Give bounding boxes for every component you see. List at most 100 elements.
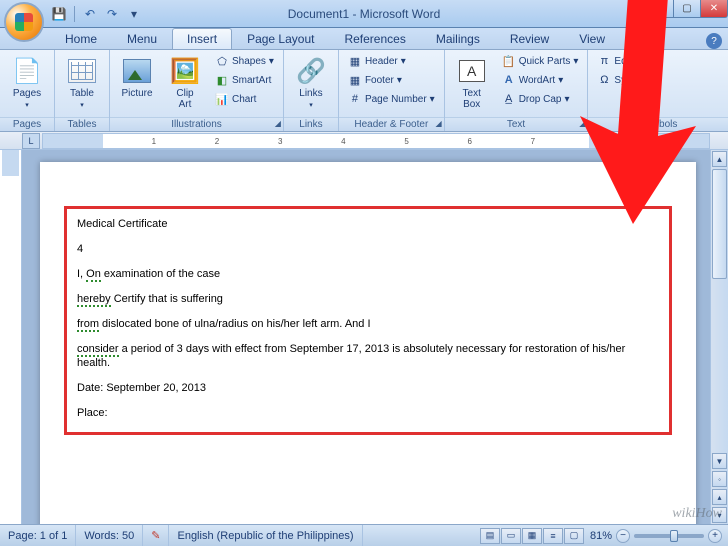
clipart-icon: 🖼️ xyxy=(169,55,201,87)
scroll-thumb[interactable] xyxy=(712,169,727,279)
qat-customize-dd[interactable]: ▾ xyxy=(125,5,143,23)
maximize-button[interactable]: ▢ xyxy=(673,0,701,18)
chart-button[interactable]: 📊Chart xyxy=(210,90,279,108)
clipart-label: Clip Art xyxy=(176,88,193,110)
clipart-button[interactable]: 🖼️ Clip Art xyxy=(162,52,208,113)
illustrations-launcher[interactable]: ◢ xyxy=(275,119,281,128)
view-draft[interactable]: ▢ xyxy=(564,528,584,544)
tab-review[interactable]: Review xyxy=(495,28,564,49)
tab-view[interactable]: View xyxy=(564,28,620,49)
doc-line-1[interactable]: Medical Certificate xyxy=(77,217,659,231)
zoom-controls: 81% − + xyxy=(584,529,728,543)
title-bar: 💾 ↶ ↷ ▾ Document1 - Microsoft Word — ▢ ✕ xyxy=(0,0,728,28)
links-button[interactable]: 🔗 Links▾ xyxy=(288,52,334,114)
doc-line-3[interactable]: I, On examination of the case xyxy=(77,267,659,281)
equation-icon: π xyxy=(597,54,611,68)
shapes-button[interactable]: ⬠Shapes ▾ xyxy=(210,52,279,70)
doc-line-7[interactable]: Date: September 20, 2013 xyxy=(77,381,659,395)
textbox-button[interactable]: A Text Box xyxy=(449,52,495,113)
undo-icon[interactable]: ↶ xyxy=(81,5,99,23)
tab-menu[interactable]: Menu xyxy=(112,28,172,49)
page-number-label: Page Number xyxy=(365,94,427,105)
page-number-button[interactable]: #Page Number ▾ xyxy=(343,90,440,108)
redo-icon[interactable]: ↷ xyxy=(103,5,121,23)
smartart-button[interactable]: ◧SmartArt xyxy=(210,71,279,89)
wordart-button[interactable]: AWordArt ▾ xyxy=(497,71,584,89)
close-button[interactable]: ✕ xyxy=(700,0,728,18)
help-icon[interactable]: ? xyxy=(706,33,722,49)
highlighted-region: Medical Certificate 4 I, On examination … xyxy=(64,206,672,435)
view-web-layout[interactable]: ▦ xyxy=(522,528,542,544)
footer-icon: ▦ xyxy=(348,73,362,87)
smartart-icon: ◧ xyxy=(215,73,229,87)
group-header-footer: ▦Header ▾ ▦Footer ▾ #Page Number ▾ Heade… xyxy=(339,50,445,131)
status-language[interactable]: English (Republic of the Philippines) xyxy=(169,525,362,546)
group-text-label: Text◢ xyxy=(445,117,588,131)
doc-line-5[interactable]: from dislocated bone of ulna/radius on h… xyxy=(77,317,659,331)
horizontal-ruler[interactable]: 1 2 3 4 5 6 7 xyxy=(42,133,710,149)
symbol-icon: Ω xyxy=(597,73,611,87)
ribbon: 📄 Pages▾ Pages Table▾ Tables Picture 🖼️ … xyxy=(0,50,728,132)
prev-page-button[interactable]: ▴ xyxy=(712,489,727,505)
view-outline[interactable]: ≡ xyxy=(543,528,563,544)
status-page[interactable]: Page: 1 of 1 xyxy=(0,525,76,546)
zoom-handle[interactable] xyxy=(670,530,678,542)
status-words[interactable]: Words: 50 xyxy=(76,525,143,546)
doc-line-4[interactable]: hereby Certify that is suffering xyxy=(77,292,659,306)
text-launcher[interactable]: ◢ xyxy=(579,119,585,128)
header-button[interactable]: ▦Header ▾ xyxy=(343,52,440,70)
view-print-layout[interactable]: ▤ xyxy=(480,528,500,544)
tab-page-layout[interactable]: Page Layout xyxy=(232,28,329,49)
tab-insert[interactable]: Insert xyxy=(172,28,232,49)
quickparts-button[interactable]: 📋Quick Parts ▾ xyxy=(497,52,584,70)
doc-line-2[interactable]: 4 xyxy=(77,242,659,256)
group-illustrations-label: Illustrations◢ xyxy=(110,117,283,131)
dropcap-button[interactable]: A̲Drop Cap ▾ xyxy=(497,90,584,108)
picture-button[interactable]: Picture xyxy=(114,52,160,102)
group-hf-label: Header & Footer◢ xyxy=(339,117,444,131)
picture-icon xyxy=(121,55,153,87)
zoom-out-button[interactable]: − xyxy=(616,529,630,543)
browse-object-button[interactable]: ◦ xyxy=(712,471,727,487)
save-icon[interactable]: 💾 xyxy=(50,5,68,23)
quickparts-icon: 📋 xyxy=(502,54,516,68)
vertical-ruler[interactable] xyxy=(0,150,22,524)
tab-mailings[interactable]: Mailings xyxy=(421,28,495,49)
office-button[interactable] xyxy=(4,2,44,42)
table-button[interactable]: Table▾ xyxy=(59,52,105,114)
equation-label: Equation xyxy=(614,56,653,67)
pages-button[interactable]: 📄 Pages▾ xyxy=(4,52,50,114)
scroll-up-button[interactable]: ▲ xyxy=(712,151,727,167)
doc-line-8[interactable]: Place: xyxy=(77,406,659,420)
group-symbols-label: Symbols xyxy=(588,117,728,131)
zoom-in-button[interactable]: + xyxy=(708,529,722,543)
view-full-screen[interactable]: ▭ xyxy=(501,528,521,544)
wordart-label: WordArt xyxy=(519,75,556,86)
minimize-button[interactable]: — xyxy=(646,0,674,18)
status-proof[interactable]: ✎ xyxy=(143,525,169,546)
vertical-scrollbar[interactable]: ▲ ▼ ◦ ▴ ▾ xyxy=(710,150,728,524)
pages-icon: 📄 xyxy=(11,55,43,87)
ribbon-tabs: Home Menu Insert Page Layout References … xyxy=(0,28,728,50)
equation-button[interactable]: πEquation ▾ xyxy=(592,52,667,70)
hf-launcher[interactable]: ◢ xyxy=(436,119,442,128)
tab-references[interactable]: References xyxy=(329,28,420,49)
scroll-down-button[interactable]: ▼ xyxy=(712,453,727,469)
group-tables-label: Tables xyxy=(55,117,109,131)
quickparts-label: Quick Parts xyxy=(519,56,571,67)
table-label: Table xyxy=(70,88,94,99)
tab-home[interactable]: Home xyxy=(50,28,112,49)
doc-line-6[interactable]: consider a period of 3 days with effect … xyxy=(77,342,659,370)
document-page[interactable]: Medical Certificate 4 I, On examination … xyxy=(40,162,696,524)
group-pages: 📄 Pages▾ Pages xyxy=(0,50,55,131)
wordart-icon: A xyxy=(502,73,516,87)
symbol-button[interactable]: ΩSymbol ▾ xyxy=(592,71,667,89)
tab-selector[interactable]: L xyxy=(22,133,40,149)
footer-button[interactable]: ▦Footer ▾ xyxy=(343,71,440,89)
table-icon xyxy=(66,55,98,87)
zoom-level[interactable]: 81% xyxy=(590,530,612,542)
ruler-bar: L 1 2 3 4 5 6 7 xyxy=(0,132,728,150)
pages-label: Pages xyxy=(13,88,41,99)
proof-icon: ✎ xyxy=(151,529,160,542)
zoom-slider[interactable] xyxy=(634,534,704,538)
